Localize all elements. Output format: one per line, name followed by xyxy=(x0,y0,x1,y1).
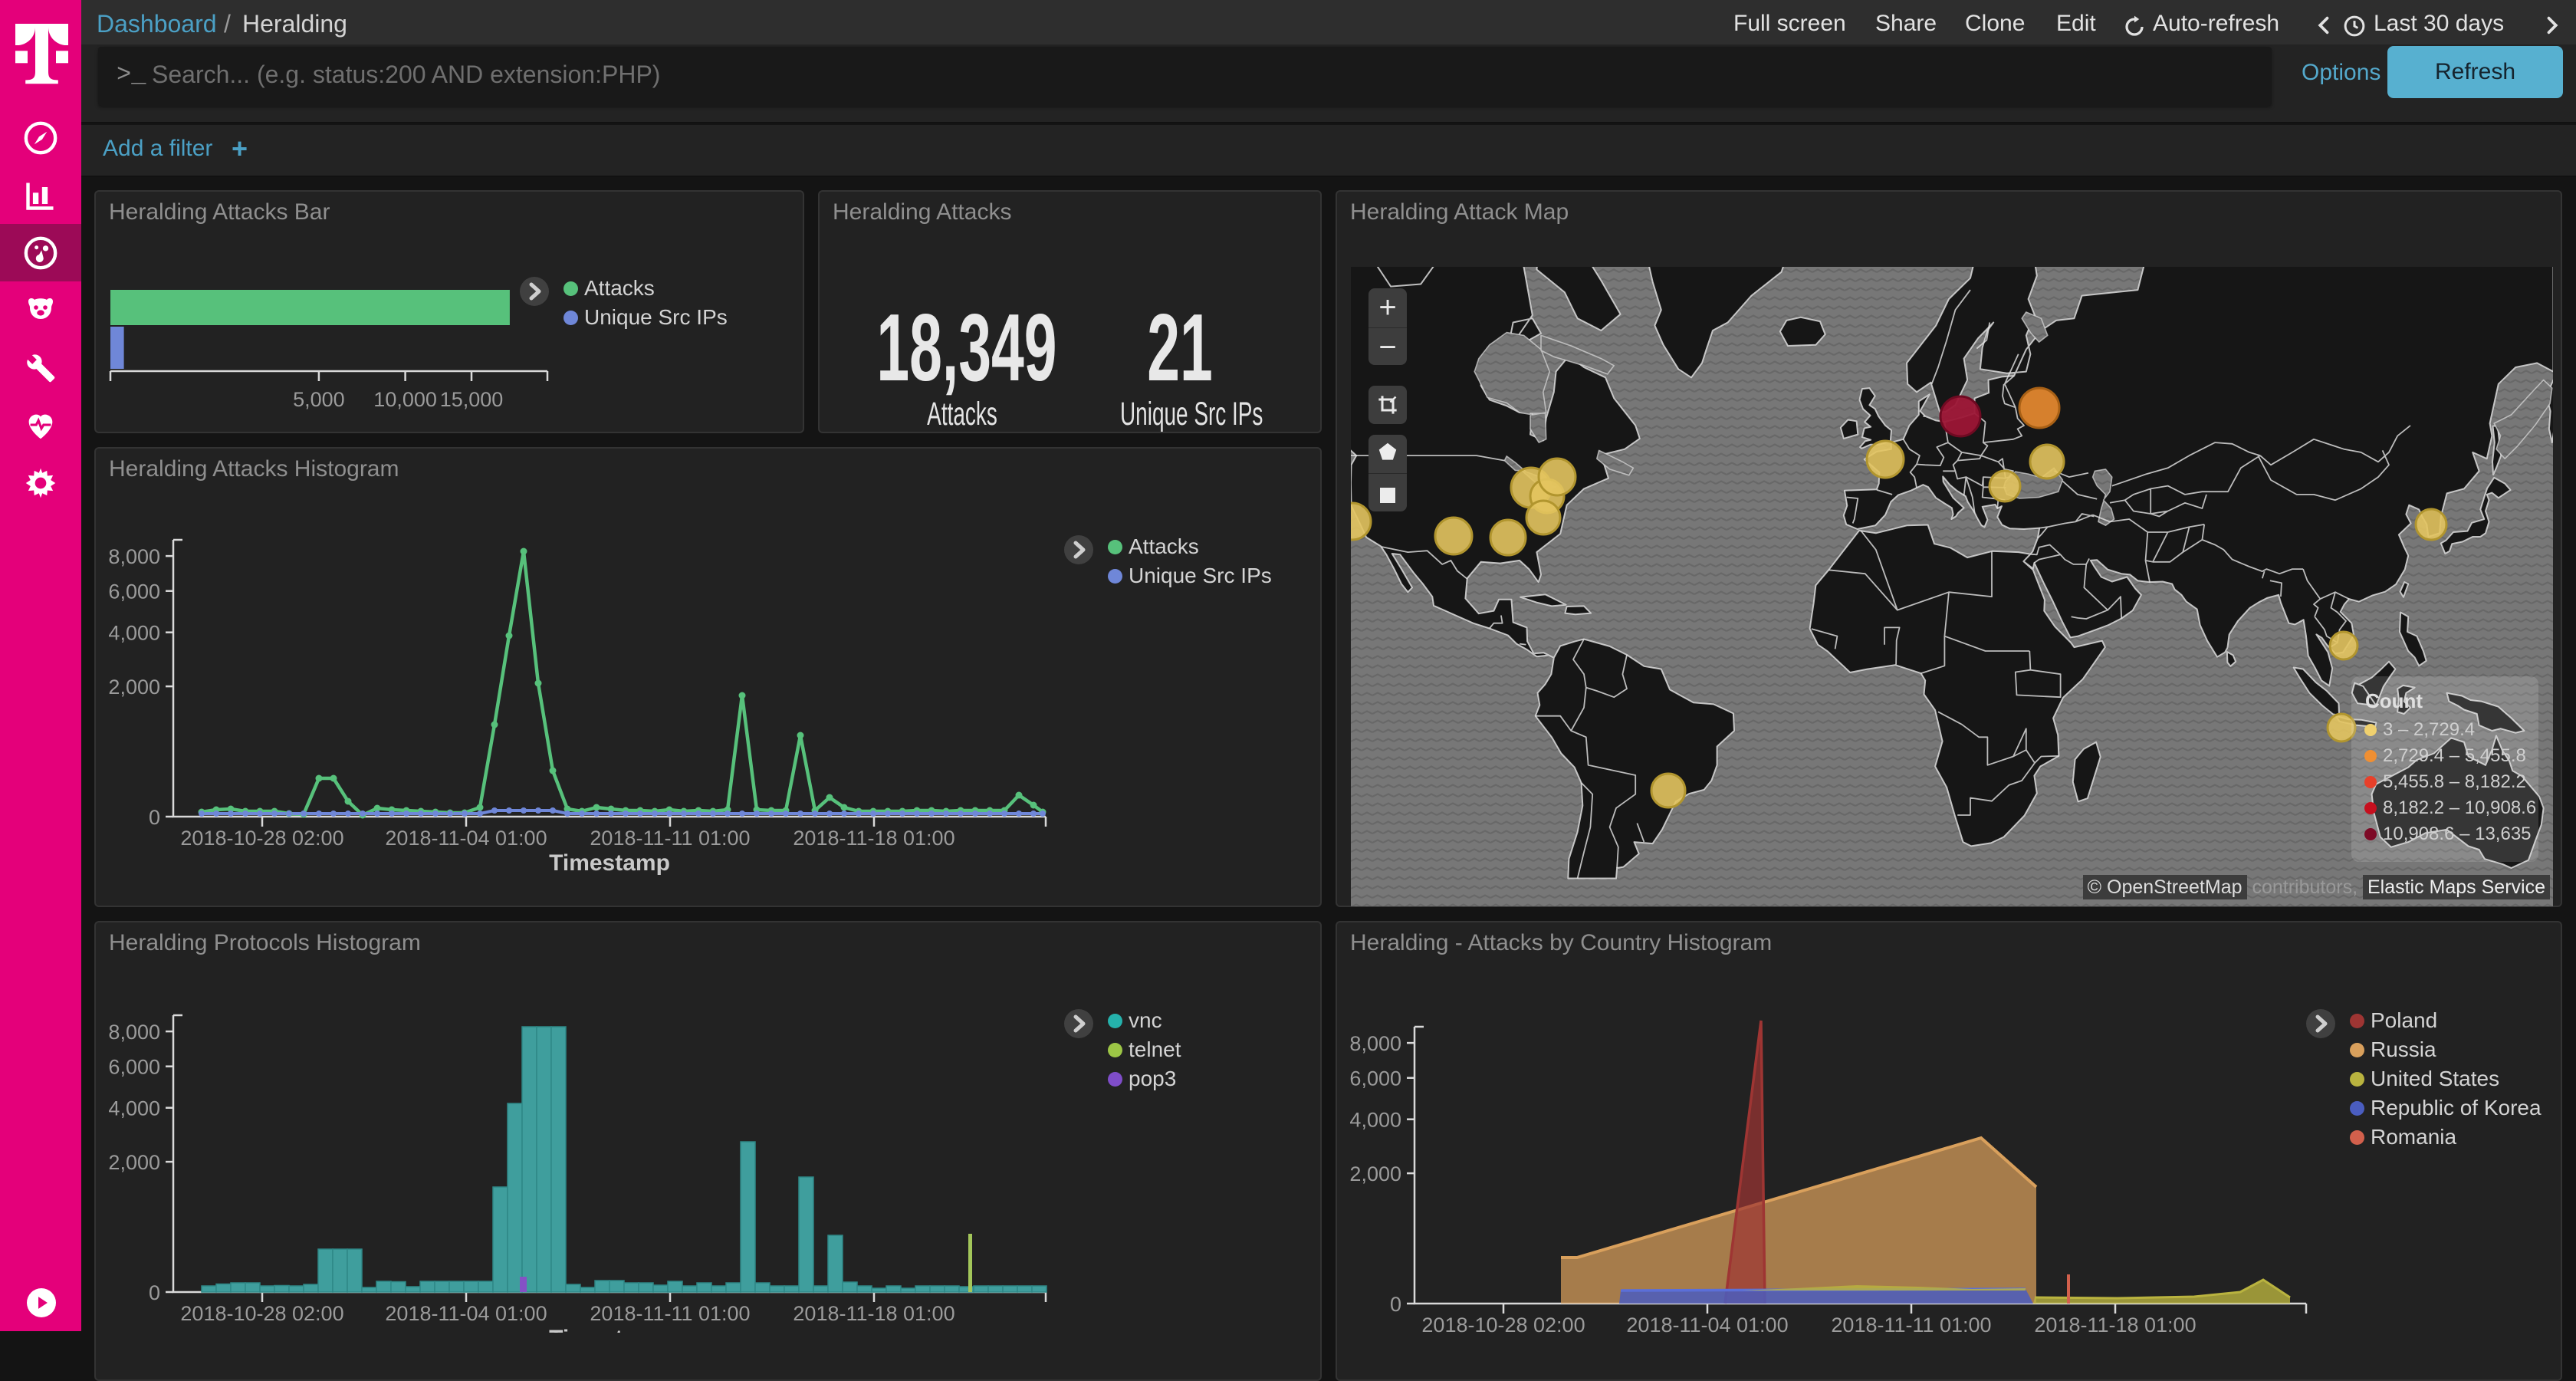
svg-text:0: 0 xyxy=(149,1281,160,1304)
svg-text:6,000: 6,000 xyxy=(108,1056,160,1079)
svg-text:2018-10-28 02:00: 2018-10-28 02:00 xyxy=(180,827,343,850)
svg-text:4,000: 4,000 xyxy=(1349,1109,1401,1132)
svg-text:0: 0 xyxy=(1390,1293,1401,1316)
svg-text:0: 0 xyxy=(149,806,160,829)
svg-text:2,000: 2,000 xyxy=(108,676,160,699)
svg-text:2018-11-11 01:00: 2018-11-11 01:00 xyxy=(590,1302,750,1325)
svg-text:10,000: 10,000 xyxy=(373,388,437,411)
svg-text:8,000: 8,000 xyxy=(1349,1032,1401,1055)
svg-text:4,000: 4,000 xyxy=(108,622,160,645)
svg-text:5,000: 5,000 xyxy=(293,388,345,411)
svg-text:2,000: 2,000 xyxy=(108,1151,160,1174)
svg-text:Timestamp: Timestamp xyxy=(549,1326,670,1333)
svg-text:2018-11-11 01:00: 2018-11-11 01:00 xyxy=(590,827,750,850)
svg-text:2018-11-11 01:00: 2018-11-11 01:00 xyxy=(1831,1314,1991,1333)
svg-text:2018-11-18 01:00: 2018-11-18 01:00 xyxy=(793,827,955,850)
svg-text:4,000: 4,000 xyxy=(108,1097,160,1120)
svg-text:2018-11-18 01:00: 2018-11-18 01:00 xyxy=(2034,1314,2196,1333)
svg-text:2018-11-04 01:00: 2018-11-04 01:00 xyxy=(385,1302,547,1325)
svg-text:8,000: 8,000 xyxy=(108,1021,160,1044)
svg-text:2018-10-28 02:00: 2018-10-28 02:00 xyxy=(1421,1314,1585,1333)
svg-text:6,000: 6,000 xyxy=(1349,1067,1401,1090)
svg-text:2018-10-28 02:00: 2018-10-28 02:00 xyxy=(180,1302,343,1325)
svg-text:6,000: 6,000 xyxy=(108,580,160,603)
svg-text:2018-11-04 01:00: 2018-11-04 01:00 xyxy=(385,827,547,850)
svg-text:15,000: 15,000 xyxy=(440,388,504,411)
svg-text:8,000: 8,000 xyxy=(108,545,160,568)
svg-text:Timestamp: Timestamp xyxy=(549,850,670,876)
svg-text:2,000: 2,000 xyxy=(1349,1162,1401,1185)
svg-text:2018-11-18 01:00: 2018-11-18 01:00 xyxy=(793,1302,955,1325)
svg-text:2018-11-04 01:00: 2018-11-04 01:00 xyxy=(1626,1314,1788,1333)
